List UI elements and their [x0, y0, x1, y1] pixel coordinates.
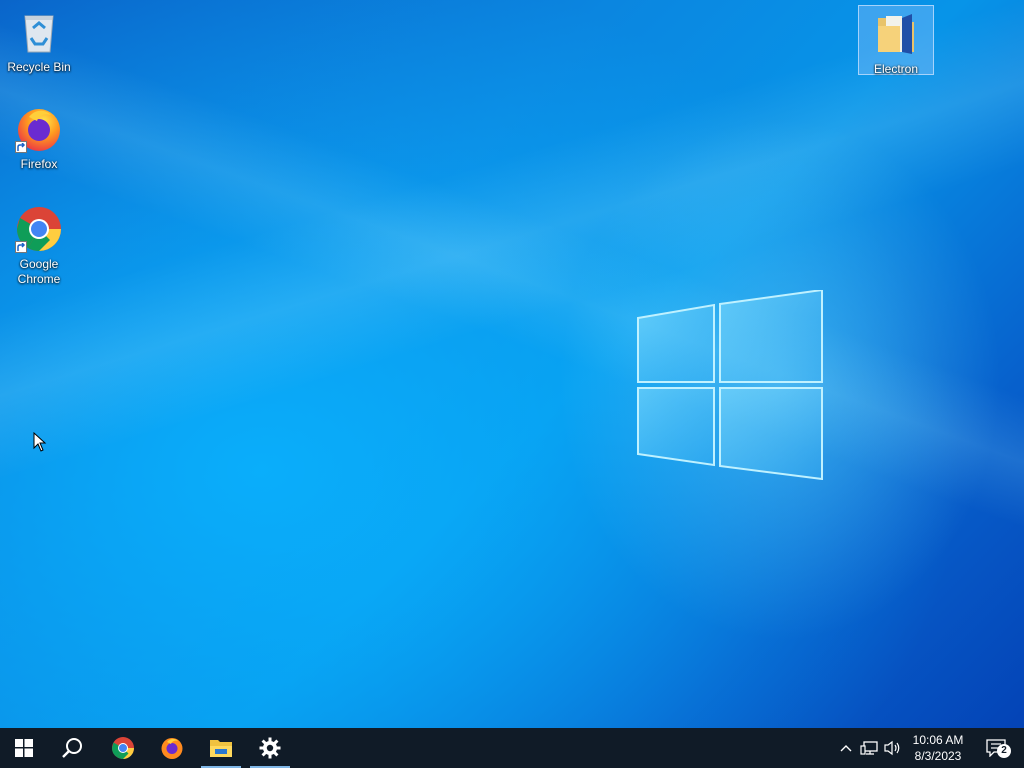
desktop-icon-electron-folder[interactable]: Electron — [858, 5, 934, 76]
action-center-button[interactable]: 2 — [976, 728, 1016, 768]
taskbar: 10:06 AM 8/3/2023 2 — [0, 728, 1024, 768]
desktop-icon-recycle-bin[interactable]: Recycle Bin — [1, 8, 77, 75]
file-explorer-icon — [210, 740, 232, 757]
volume-button[interactable] — [882, 728, 904, 768]
notification-count-badge: 2 — [997, 744, 1011, 758]
chrome-icon — [15, 205, 63, 253]
folder-icon — [872, 10, 920, 58]
desktop-icon-label: Google Chrome — [17, 257, 61, 286]
wallpaper-light-beam — [0, 0, 1024, 728]
firefox-icon — [161, 738, 183, 759]
taskbar-firefox-button[interactable] — [148, 728, 196, 768]
recycle-bin-icon — [15, 8, 63, 56]
wallpaper-light-beam — [0, 0, 1024, 728]
chrome-icon — [112, 737, 134, 759]
taskbar-settings-button[interactable] — [246, 728, 294, 768]
windows-start-icon — [15, 739, 33, 757]
volume-icon — [884, 740, 900, 756]
chevron-up-icon — [840, 745, 852, 752]
search-icon — [62, 738, 82, 758]
start-button[interactable] — [0, 728, 48, 768]
system-tray: 10:06 AM 8/3/2023 2 — [834, 728, 1024, 768]
network-button[interactable] — [858, 728, 880, 768]
clock-time: 10:06 AM — [912, 733, 964, 747]
desktop-icon-label: Firefox — [20, 157, 58, 171]
firefox-icon — [15, 105, 63, 153]
clock-date: 8/3/2023 — [914, 749, 962, 763]
windows-logo-wallpaper — [637, 290, 823, 480]
mouse-cursor-icon — [33, 432, 47, 452]
network-icon — [860, 741, 878, 755]
taskbar-chrome-button[interactable] — [99, 728, 147, 768]
clock-button[interactable]: 10:06 AM 8/3/2023 — [908, 728, 968, 768]
taskbar-file-explorer-button[interactable] — [197, 728, 245, 768]
show-hidden-icons-button[interactable] — [836, 728, 856, 768]
shortcut-arrow-icon — [15, 241, 27, 253]
desktop-icon-google-chrome[interactable]: Google Chrome — [1, 205, 77, 287]
search-button[interactable] — [48, 728, 96, 768]
desktop-icon-label: Electron — [873, 62, 919, 76]
desktop-icon-firefox[interactable]: Firefox — [1, 105, 77, 172]
desktop[interactable]: Recycle Bin Firefox Google Chrome Electr… — [0, 0, 1024, 728]
desktop-icon-label: Recycle Bin — [7, 60, 71, 74]
gear-icon — [259, 737, 281, 759]
shortcut-arrow-icon — [15, 141, 27, 153]
